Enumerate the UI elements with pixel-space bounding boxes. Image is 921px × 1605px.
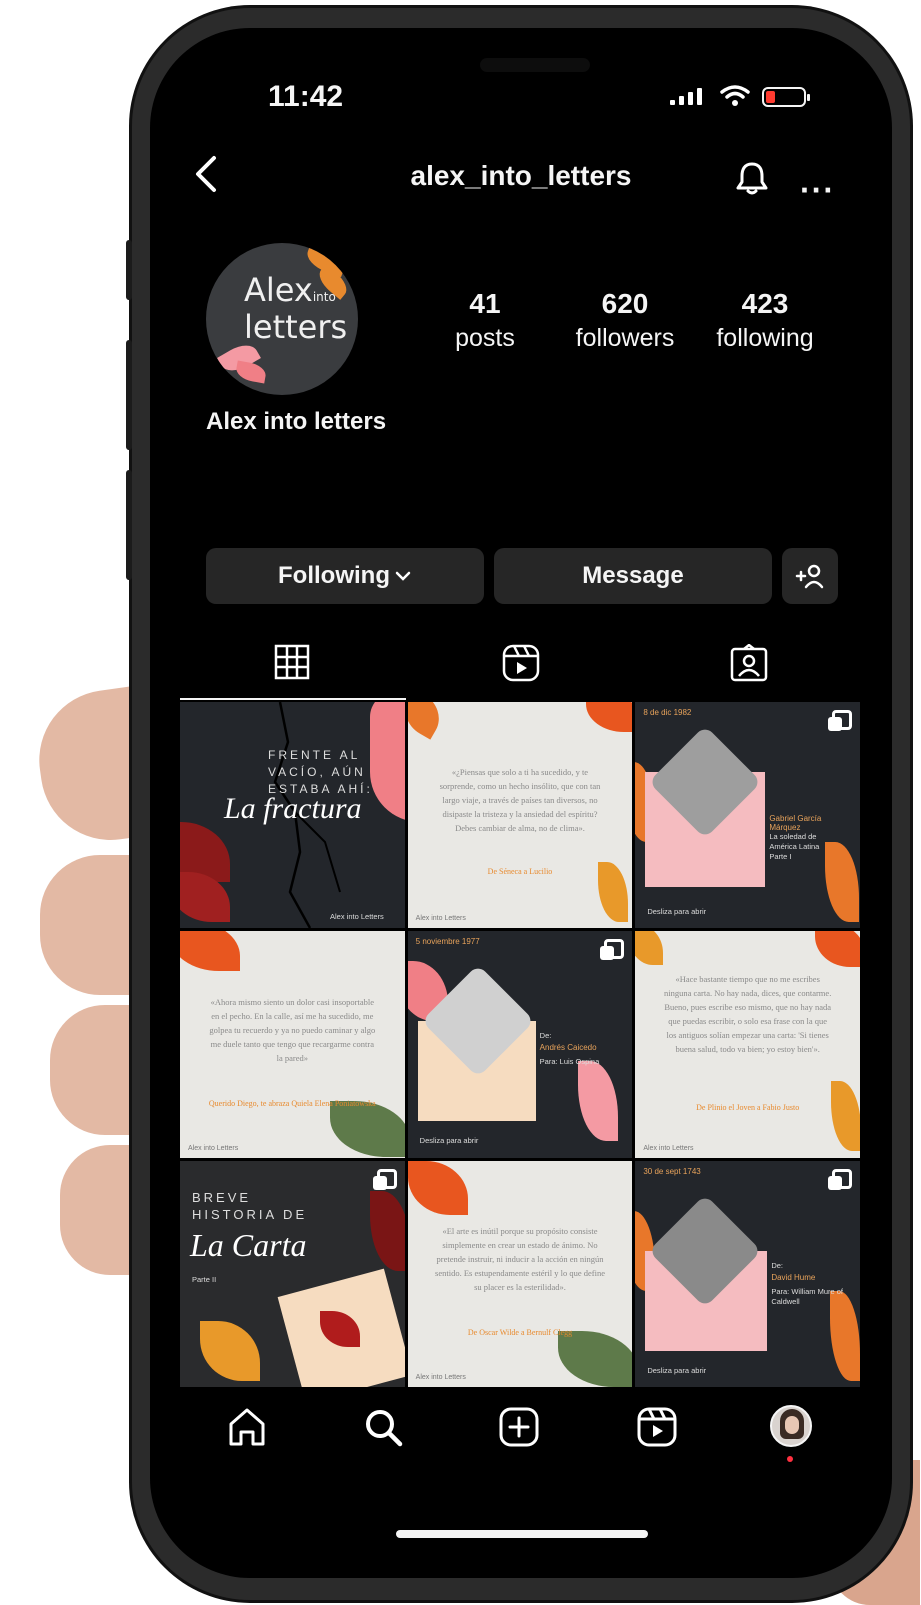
profile-avatar[interactable]: Alexinto letters	[206, 243, 358, 395]
post-4-quote: «Ahora mismo siento un dolor casi insopo…	[209, 996, 376, 1063]
post-tile[interactable]: «Hace bastante tiempo que no me escribes…	[635, 931, 860, 1158]
post-9-to: Para: William Mure of Caldwell	[771, 1286, 844, 1306]
following-value: 423	[741, 288, 789, 319]
notification-dot	[787, 1456, 793, 1462]
post-9-from-label: De:	[771, 1260, 783, 1270]
wifi-icon	[720, 85, 750, 106]
post-3-date: 8 de dic 1982	[643, 708, 692, 717]
post-8-author: De Oscar Wilde a Bernulf Clegg	[467, 1328, 573, 1338]
message-button-label: Message	[582, 562, 684, 589]
post-7-caption: BREVE HISTORIA DE	[192, 1189, 308, 1222]
post-3-cta: Desliza para abrir	[647, 907, 707, 916]
post-1-signature: Alex into Letters	[330, 912, 384, 921]
post-7-part: Parte II	[192, 1274, 217, 1284]
post-5-cta: Desliza para abrir	[419, 1136, 479, 1146]
post-5-date: 5 noviembre 1977	[415, 937, 480, 947]
grid-icon[interactable]	[274, 644, 310, 680]
profile-username: alex_into_letters	[410, 160, 632, 191]
side-button	[126, 240, 132, 300]
post-tile[interactable]: 30 de sept 1743 De: David Hume Para: Wil…	[635, 1160, 860, 1387]
post-tile[interactable]: BREVE HISTORIA DE La Carta Parte II	[180, 1160, 405, 1387]
posts-count: 41 posts	[420, 288, 550, 353]
active-tab-indicator	[180, 698, 406, 700]
post-2-signature: Alex into Letters	[415, 915, 466, 923]
post-3-recipient: Gabriel García Márquez	[769, 814, 822, 832]
search-icon[interactable]	[362, 1406, 404, 1448]
post-9-date: 30 de sept 1743	[643, 1166, 701, 1176]
post-2-author: De Séneca a Lucilio	[487, 867, 553, 877]
following-label: following	[716, 324, 814, 352]
display-name: Alex into letters	[206, 408, 387, 435]
following-count[interactable]: 423 following	[700, 288, 830, 353]
speaker-notch	[480, 58, 590, 72]
home-icon[interactable]	[226, 1406, 268, 1448]
reels-icon[interactable]	[502, 644, 540, 682]
chevron-down-icon	[395, 571, 411, 581]
battery-icon	[762, 87, 810, 107]
post-7-title: La Carta	[190, 1226, 307, 1263]
post-6-quote: «Hace bastante tiempo que no me escribes…	[663, 974, 832, 1055]
message-button[interactable]: Message	[494, 548, 772, 604]
post-1-title: La fractura	[224, 792, 362, 825]
post-tile[interactable]: «Ahora mismo siento un dolor casi insopo…	[180, 931, 405, 1158]
post-tile[interactable]: 8 de dic 1982 Gabriel García Márquez La …	[635, 702, 860, 929]
post-9-cta: Desliza para abrir	[647, 1365, 707, 1375]
volume-up-button	[126, 340, 132, 450]
profile-nav-avatar[interactable]	[770, 1405, 812, 1447]
multiple-images-icon	[828, 1168, 852, 1190]
more-options-icon[interactable]: ···	[800, 172, 835, 209]
post-6-author: De Plinio el Joven a Fabio Justo	[696, 1103, 800, 1113]
multiple-images-icon	[372, 1168, 397, 1190]
reels-nav-icon[interactable]	[636, 1406, 678, 1448]
post-9-from: David Hume	[771, 1272, 816, 1282]
post-5-from-label: De:	[539, 1031, 552, 1041]
tagged-icon[interactable]	[730, 644, 768, 682]
post-6-signature: Alex into Letters	[643, 1144, 694, 1152]
post-8-quote: «El arte es inútil porque su propósito c…	[435, 1226, 605, 1293]
followers-count[interactable]: 620 followers	[560, 288, 690, 353]
following-button-label: Following	[278, 562, 390, 589]
followers-label: followers	[575, 324, 675, 352]
add-person-icon	[795, 564, 824, 589]
post-3-subject: La soledad de América Latina Parte I	[769, 832, 820, 861]
post-tile[interactable]: FRENTE AL VACÍO, AÚN ESTABA AHÍ: La fractu…	[180, 702, 405, 929]
notification-bell-icon[interactable]	[732, 158, 772, 198]
multiple-images-icon	[828, 710, 852, 731]
post-4-author: Querido Diego, te abraza Quiela Elena Po…	[208, 1098, 376, 1108]
status-time: 11:42	[268, 80, 344, 113]
post-2-quote: «¿Piensas que solo a ti ha sucedido, y t…	[439, 767, 601, 834]
post-5-to: Para: Luis Ospina	[539, 1057, 600, 1067]
following-button[interactable]: Following	[206, 548, 484, 604]
post-tile[interactable]: «El arte es inútil porque su propósito c…	[407, 1160, 633, 1387]
volume-down-button	[126, 470, 132, 580]
home-indicator[interactable]	[396, 1530, 648, 1538]
post-1-caption: FRENTE AL VACÍO, AÚN ESTABA AHÍ:	[268, 748, 373, 796]
create-post-icon[interactable]	[498, 1406, 540, 1448]
post-grid: FRENTE AL VACÍO, AÚN ESTABA AHÍ: La fractu…	[180, 702, 860, 1387]
post-tile[interactable]: 5 noviembre 1977 De: Andrés Caicedo Para…	[407, 931, 633, 1158]
avatar-logo-text: Alexinto letters	[244, 271, 348, 346]
screen: 11:42 alex_into_letters ··· Alexinto let…	[150, 28, 892, 1578]
post-5-from: Andrés Caicedo	[539, 1043, 597, 1053]
posts-value: 41	[469, 288, 501, 319]
signal-icon	[670, 88, 702, 105]
post-tile[interactable]: «¿Piensas que solo a ti ha sucedido, y t…	[407, 702, 633, 929]
multiple-images-icon	[600, 939, 625, 961]
post-4-signature: Alex into Letters	[188, 1144, 239, 1152]
suggest-people-button[interactable]	[782, 548, 838, 604]
posts-label: posts	[455, 324, 515, 352]
post-8-signature: Alex into Letters	[415, 1373, 466, 1381]
followers-value: 620	[601, 288, 649, 319]
